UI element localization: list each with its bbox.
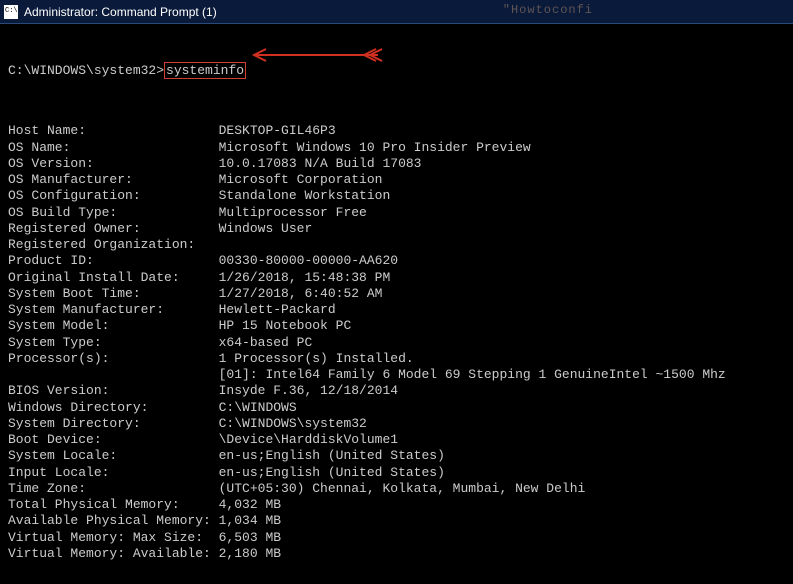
output-row: BIOS Version: Insyde F.36, 12/18/2014 — [8, 383, 785, 399]
annotation-arrow — [248, 46, 388, 64]
cmd-icon — [4, 5, 18, 19]
output-row: Product ID: 00330-80000-00000-AA620 — [8, 253, 785, 269]
output-rows: Host Name: DESKTOP-GIL46P3OS Name: Micro… — [8, 123, 785, 562]
output-row: Original Install Date: 1/26/2018, 15:48:… — [8, 270, 785, 286]
output-row: Available Physical Memory: 1,034 MB — [8, 513, 785, 529]
output-row: Host Name: DESKTOP-GIL46P3 — [8, 123, 785, 139]
output-row: Total Physical Memory: 4,032 MB — [8, 497, 785, 513]
output-row: System Model: HP 15 Notebook PC — [8, 318, 785, 334]
output-row: Virtual Memory: Available: 2,180 MB — [8, 546, 785, 562]
watermark-text: "Howtoconfi — [503, 3, 593, 17]
output-row: [01]: Intel64 Family 6 Model 69 Stepping… — [8, 367, 785, 383]
output-row: OS Configuration: Standalone Workstation — [8, 188, 785, 204]
output-row: Input Locale: en-us;English (United Stat… — [8, 465, 785, 481]
output-row: Registered Owner: Windows User — [8, 221, 785, 237]
output-row: Virtual Memory: Max Size: 6,503 MB — [8, 530, 785, 546]
output-row: OS Version: 10.0.17083 N/A Build 17083 — [8, 156, 785, 172]
output-row: Boot Device: \Device\HarddiskVolume1 — [8, 432, 785, 448]
titlebar-text: Administrator: Command Prompt (1) — [24, 5, 217, 19]
output-row: System Locale: en-us;English (United Sta… — [8, 448, 785, 464]
output-row: OS Manufacturer: Microsoft Corporation — [8, 172, 785, 188]
prompt-line: C:\WINDOWS\system32>systeminfo — [8, 63, 785, 79]
output-row: Processor(s): 1 Processor(s) Installed. — [8, 351, 785, 367]
prompt-path: C:\WINDOWS\system32> — [8, 63, 164, 78]
output-row: System Boot Time: 1/27/2018, 6:40:52 AM — [8, 286, 785, 302]
output-row: Time Zone: (UTC+05:30) Chennai, Kolkata,… — [8, 481, 785, 497]
output-row: System Manufacturer: Hewlett-Packard — [8, 302, 785, 318]
output-row: Windows Directory: C:\WINDOWS — [8, 400, 785, 416]
titlebar: Administrator: Command Prompt (1) — [0, 0, 793, 24]
command-highlight: systeminfo — [164, 62, 246, 79]
terminal-body[interactable]: C:\WINDOWS\system32>systeminfo Host Name… — [0, 24, 793, 584]
output-row: System Type: x64-based PC — [8, 335, 785, 351]
output-row: System Directory: C:\WINDOWS\system32 — [8, 416, 785, 432]
output-row: OS Build Type: Multiprocessor Free — [8, 205, 785, 221]
output-row: OS Name: Microsoft Windows 10 Pro Inside… — [8, 140, 785, 156]
output-row: Registered Organization: — [8, 237, 785, 253]
command-text: systeminfo — [166, 63, 244, 78]
